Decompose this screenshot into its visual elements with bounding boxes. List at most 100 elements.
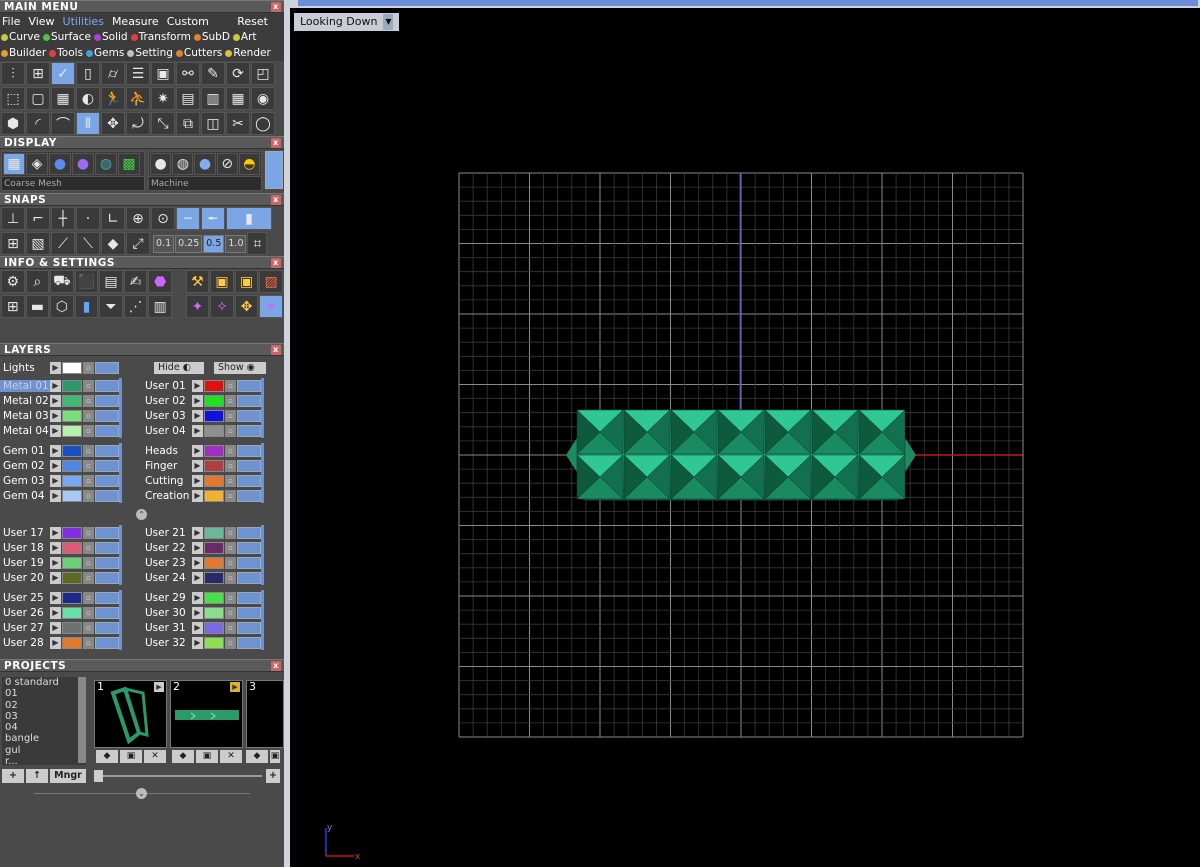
visibility-toggle[interactable] [95,591,119,604]
visibility-toggle[interactable] [237,556,261,569]
visibility-toggle[interactable] [95,489,119,502]
visibility-toggle[interactable] [95,424,119,437]
visibility-toggle[interactable] [237,526,261,539]
layer-arrow-icon[interactable]: ▶ [50,526,61,539]
array-icon[interactable]: ⧉ [176,112,200,135]
frame-icon[interactable]: ▢ [26,87,50,110]
layer-color-swatch[interactable] [62,459,82,472]
lock-icon[interactable]: ▫ [83,606,94,619]
snap-near-icon[interactable]: ⌐ [26,207,50,230]
layer-color-swatch[interactable] [204,636,224,649]
layer-name[interactable]: Creation [142,490,192,502]
pen-icon[interactable]: ✎ [201,62,225,85]
lock-icon[interactable]: ▫ [225,571,236,584]
ortho-icon[interactable]: ⟋ [51,232,75,255]
layer-row[interactable]: Cutting ▶ ▫ [142,473,261,488]
layer-name[interactable]: Cutting [142,475,192,487]
wall-icon[interactable]: ▤ [176,87,200,110]
3d-viewport[interactable]: Looking Down ▼ y x [290,0,1200,867]
layer-arrow-icon[interactable]: ▶ [192,621,203,634]
layer-row[interactable]: User 23 ▶ ▫ [142,555,261,570]
layer-color-swatch[interactable] [204,459,224,472]
box-snap-icon[interactable]: ▧ [26,232,50,255]
lock-icon[interactable]: ▫ [83,556,94,569]
snap-value-1-0[interactable]: 1.0 [225,234,247,253]
link-icon[interactable]: ⚯ [176,62,200,85]
pin-icon[interactable]: ◆ [172,750,194,763]
layer-color-swatch[interactable] [62,526,82,539]
tab-setting[interactable]: Setting [127,47,173,59]
add-project-button[interactable]: + [2,769,24,783]
layer-name[interactable]: Metal 02 [0,395,50,407]
snap-value-0-1[interactable]: 0.1 [153,234,175,253]
visibility-toggle[interactable] [237,489,261,502]
close-icon[interactable]: x [271,661,281,671]
menu-view[interactable]: View [28,15,54,28]
tab-curve[interactable]: Curve [1,31,40,43]
menu-measure[interactable]: Measure [112,15,159,28]
lock-icon[interactable]: ▫ [225,394,236,407]
tab-gems[interactable]: Gems [86,47,124,59]
layer-arrow-icon[interactable]: ▶ [50,394,61,407]
layer-arrow-icon[interactable]: ▶ [50,444,61,457]
layer-arrow-icon[interactable]: ▶ [192,636,203,649]
snap-center-icon[interactable]: ⊙ [151,207,175,230]
layer-arrow-icon[interactable]: ▶ [192,541,203,554]
mirror-icon[interactable]: ⫴ [76,112,100,135]
project-list-scrollbar[interactable] [78,677,86,763]
project-thumb-3[interactable]: 3 [246,680,284,748]
window-a-icon[interactable]: ▣ [210,270,234,293]
grid-icon[interactable]: ▦ [226,87,250,110]
document-icon[interactable]: ▤ [99,270,123,293]
stack-icon[interactable]: ☰ [126,62,150,85]
layer-color-swatch[interactable] [62,394,82,407]
layer-arrow-icon[interactable]: ▶ [192,394,203,407]
layer-arrow-icon[interactable]: ▶ [50,474,61,487]
green-square-icon[interactable]: ▩ [118,153,140,175]
grid-points-icon[interactable]: ⊞ [26,62,50,85]
layer-name[interactable]: User 01 [142,380,192,392]
close-icon[interactable]: x [271,2,281,12]
visibility-toggle[interactable] [237,606,261,619]
gold-sphere-icon[interactable]: ◓ [238,153,261,175]
arc-icon[interactable]: ◜ [26,112,50,135]
layer-row[interactable]: User 31 ▶ ▫ [142,620,261,635]
thumb-menu-icon[interactable]: ▶ [154,682,164,692]
delete-icon[interactable]: ✕ [144,750,166,763]
save-icon[interactable]: ▣ [120,750,142,763]
cylinder-icon[interactable]: ⌭ [101,62,125,85]
lock-icon[interactable]: ▫ [83,621,94,634]
gem-set-icon[interactable]: ✧ [210,295,234,318]
layer-name[interactable]: Metal 04 [0,425,50,437]
car-icon[interactable]: ⛟ [50,270,74,293]
layer-color-swatch[interactable] [62,489,82,502]
layer-name[interactable]: Gem 01 [0,445,50,457]
save-icon[interactable]: ▣ [270,750,280,763]
hide-button[interactable]: Hide ◐ [154,362,204,374]
layer-row[interactable]: Gem 04 ▶ ▫ [0,488,119,503]
tab-tools[interactable]: Tools [49,47,83,59]
layer-name[interactable]: User 20 [0,572,50,584]
shaded-sphere-icon[interactable]: ● [49,153,71,175]
visibility-toggle[interactable] [95,636,119,649]
layer-arrow-icon[interactable]: ▶ [50,636,61,649]
layer-color-swatch[interactable] [62,444,82,457]
snap-end-icon[interactable]: ⊥ [1,207,25,230]
layer-row[interactable]: Finger ▶ ▫ [142,458,261,473]
layer-name[interactable]: User 04 [142,425,192,437]
render-scene-icon[interactable]: ✦ [185,295,210,318]
close-icon[interactable]: x [271,345,281,355]
wireframe-icon[interactable]: ▦ [3,153,25,175]
visibility-toggle[interactable] [95,361,119,374]
visibility-toggle[interactable] [95,474,119,487]
visibility-toggle[interactable] [95,459,119,472]
layer-color-swatch[interactable] [62,571,82,584]
tab-transform[interactable]: Transform [130,31,191,43]
lock-icon[interactable]: ▫ [83,489,94,502]
lock-icon[interactable]: ▫ [225,459,236,472]
lock-icon[interactable]: ▫ [83,541,94,554]
filter-icon[interactable]: ⏷ [99,295,123,318]
disabled-sphere-icon[interactable]: ⊘ [216,153,238,175]
curve-icon[interactable]: ⌒ [51,112,75,135]
project-thumb-1[interactable]: 1 ▶ [94,680,167,748]
